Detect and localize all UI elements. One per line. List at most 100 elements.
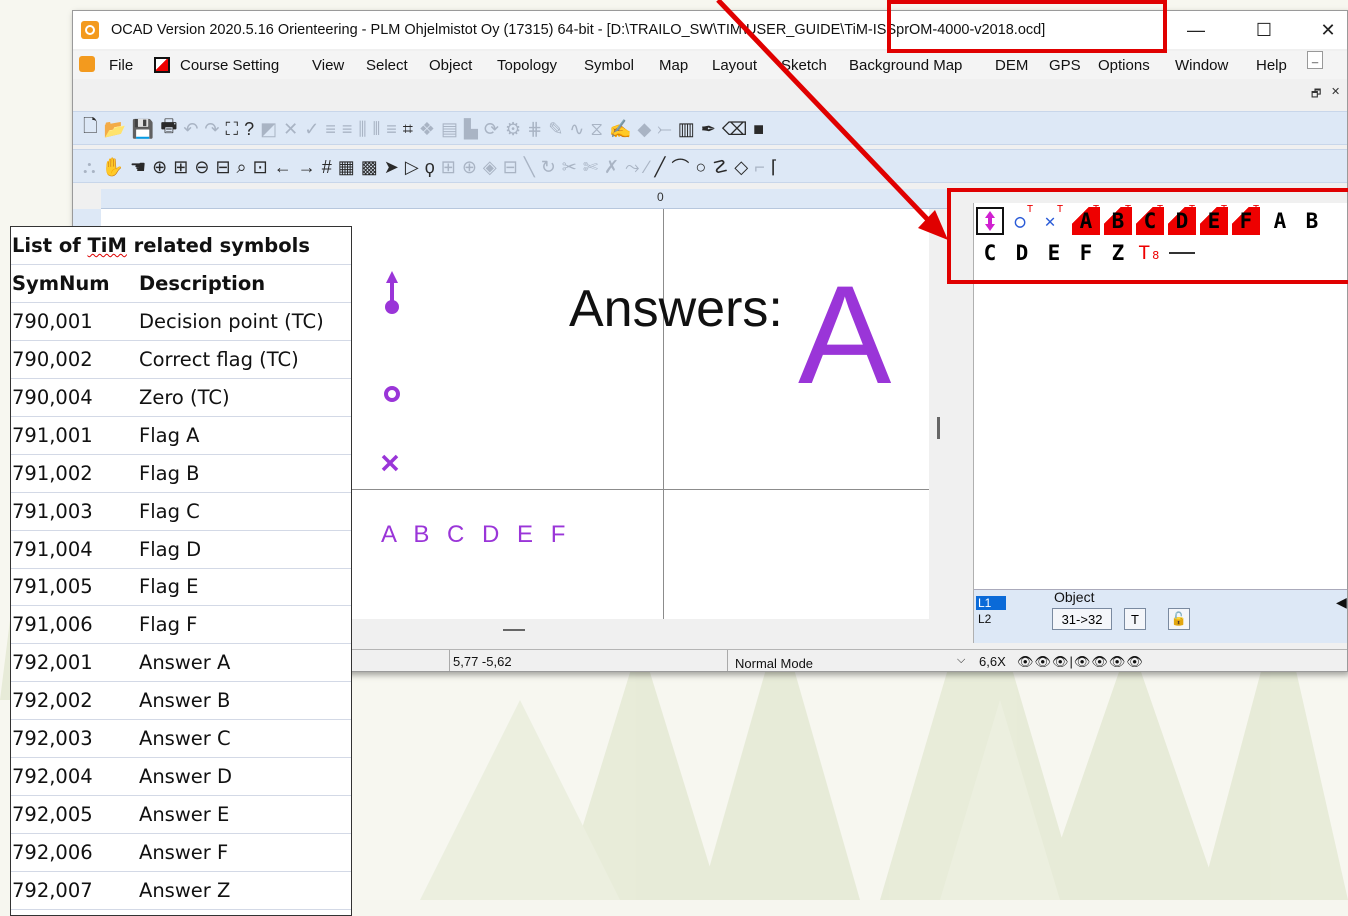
- grid-icon[interactable]: #: [322, 157, 332, 178]
- crop-icon[interactable]: ⌗: [403, 119, 413, 140]
- menu-symbol[interactable]: Symbol: [584, 57, 634, 74]
- menu-dem[interactable]: DEM: [995, 57, 1028, 74]
- check-icon[interactable]: ✓: [304, 119, 319, 140]
- undo-icon[interactable]: ↶: [183, 119, 198, 140]
- zoom-previous-icon[interactable]: ⊟: [215, 157, 230, 178]
- cross-line-icon[interactable]: ⋕: [527, 119, 542, 140]
- eraser-icon[interactable]: ⌫: [722, 119, 747, 140]
- lasso-icon[interactable]: ϙ: [425, 157, 435, 178]
- arrow-forward-icon[interactable]: →: [298, 157, 316, 178]
- step-icon[interactable]: ⌐: [754, 157, 765, 178]
- answers-label[interactable]: Answers:: [569, 279, 783, 339]
- draw-mode-icon[interactable]: ◩: [260, 119, 277, 140]
- help-icon[interactable]: ?: [244, 119, 254, 140]
- delete-icon[interactable]: ✕: [283, 119, 298, 140]
- remove-vertex-icon[interactable]: ⊟: [503, 157, 518, 178]
- menu-file[interactable]: File: [109, 57, 133, 74]
- zero-cross-icon[interactable]: [378, 451, 402, 475]
- dash-point-icon[interactable]: ◈: [483, 157, 497, 178]
- shape-icon[interactable]: ⧖: [590, 119, 603, 140]
- dash-icon[interactable]: ⤚: [657, 119, 671, 140]
- reshape-icon[interactable]: ⤳: [625, 157, 639, 178]
- mdi-minimize-button[interactable]: _: [1307, 51, 1323, 69]
- mode-dropdown-chevron-icon[interactable]: ⌵: [957, 654, 965, 667]
- rectangular-icon[interactable]: ⌈: [771, 157, 778, 178]
- zoom-area-icon[interactable]: ⊞: [173, 157, 188, 178]
- distribute-v-icon[interactable]: ⫴: [373, 119, 381, 140]
- vertical-scroll-thumb[interactable]: [937, 417, 940, 439]
- curve-tool-icon[interactable]: ⌒: [671, 154, 689, 180]
- color-swatch-icon[interactable]: ■: [753, 119, 764, 140]
- edit-object-icon[interactable]: ➤: [384, 157, 399, 178]
- maximize-button[interactable]: ☐: [1241, 17, 1287, 43]
- vertical-scrollbar[interactable]: [929, 209, 949, 619]
- fill-drop-icon[interactable]: ◆: [637, 119, 651, 140]
- fullscreen-icon[interactable]: ⛶: [226, 119, 239, 140]
- graph-icon[interactable]: ▙: [464, 119, 478, 140]
- curve-icon[interactable]: ∿: [569, 119, 584, 140]
- save-icon[interactable]: 💾: [132, 119, 154, 140]
- align-right-icon[interactable]: ≡: [386, 119, 397, 140]
- straight-line-icon[interactable]: ╱: [655, 157, 666, 178]
- scissors-icon[interactable]: ✂: [562, 157, 577, 178]
- mdi-restore-button[interactable]: 🗗: [1311, 85, 1321, 104]
- redo-icon[interactable]: ↷: [204, 119, 219, 140]
- hand-icon[interactable]: ✋: [102, 157, 124, 178]
- toolbar-dropdown-icon[interactable]: ▥: [678, 119, 695, 140]
- range-button[interactable]: 31->32: [1052, 608, 1112, 630]
- scroll-left-icon[interactable]: ◀: [1336, 594, 1347, 611]
- menu-object[interactable]: Object: [429, 57, 472, 74]
- hand-plus-icon[interactable]: ☚: [130, 157, 146, 178]
- zoom-fit-icon[interactable]: ⊡: [253, 157, 268, 178]
- hatch-icon[interactable]: ▤: [441, 119, 458, 140]
- correct-flag-icon[interactable]: [381, 383, 403, 405]
- cut-icon[interactable]: ╲: [524, 157, 535, 178]
- answer-a-symbol[interactable]: A: [798, 265, 891, 405]
- menu-map[interactable]: Map: [659, 57, 688, 74]
- table-2-icon[interactable]: ▩: [361, 157, 378, 178]
- binoculars-icon[interactable]: ⛬: [83, 157, 96, 178]
- distribute-icon[interactable]: ⫼: [358, 119, 366, 140]
- decision-point-icon[interactable]: [377, 269, 407, 329]
- circle-icon[interactable]: ○: [695, 157, 706, 178]
- menu-options[interactable]: Options: [1098, 57, 1150, 74]
- arrow-back-icon[interactable]: ←: [274, 157, 292, 178]
- zoom-out-icon[interactable]: ⊖: [194, 157, 209, 178]
- menu-sketch[interactable]: Sketch: [781, 57, 827, 74]
- brush-icon[interactable]: ✍: [609, 119, 631, 140]
- zoom-selection-icon[interactable]: ⌕: [237, 157, 247, 178]
- align-center-icon[interactable]: ≡: [342, 119, 353, 140]
- layer-l1[interactable]: L1: [976, 596, 1006, 610]
- polygon-icon[interactable]: ◇: [734, 157, 748, 178]
- visibility-eyes-icon[interactable]: 👁👁👁|👁👁👁👁: [1017, 654, 1144, 670]
- minimize-button[interactable]: —: [1173, 17, 1219, 43]
- menu-topology[interactable]: Topology: [497, 57, 557, 74]
- edit-point-icon[interactable]: ▷: [405, 157, 419, 178]
- menu-select[interactable]: Select: [366, 57, 408, 74]
- menu-background-map[interactable]: Background Map: [849, 57, 962, 74]
- text-t-button[interactable]: T: [1124, 608, 1146, 630]
- menu-window[interactable]: Window: [1175, 57, 1228, 74]
- align-left-icon[interactable]: ≡: [325, 119, 336, 140]
- layer-l2[interactable]: L2: [978, 612, 991, 626]
- fill-icon[interactable]: ❖: [419, 119, 435, 140]
- lock-icon[interactable]: 🔓: [1168, 608, 1190, 630]
- rotate-object-icon[interactable]: ↻: [541, 157, 556, 178]
- cross-tool-icon[interactable]: ✗: [604, 157, 619, 178]
- line-tool-icon[interactable]: ∕: [645, 157, 648, 178]
- marker-icon[interactable]: ✒: [701, 119, 716, 140]
- zoom-in-icon[interactable]: ⊕: [152, 157, 167, 178]
- cog-icon[interactable]: ⚙: [505, 119, 521, 140]
- scissors-2-icon[interactable]: ✄: [583, 157, 598, 178]
- menu-help[interactable]: Help: [1256, 57, 1287, 74]
- flag-letters-row[interactable]: A B C D E F: [381, 521, 569, 549]
- menu-view[interactable]: View: [312, 57, 344, 74]
- pen-icon[interactable]: ✎: [548, 119, 563, 140]
- close-button[interactable]: ✕: [1305, 17, 1347, 43]
- print-icon[interactable]: 🖶: [160, 114, 177, 144]
- table-icon[interactable]: ▦: [338, 157, 355, 178]
- rotate-icon[interactable]: ⟳: [484, 119, 499, 140]
- open-file-icon[interactable]: 📂: [103, 119, 125, 140]
- menu-course-setting[interactable]: Course Setting: [180, 57, 279, 74]
- add-corner-icon[interactable]: ⊕: [462, 157, 477, 178]
